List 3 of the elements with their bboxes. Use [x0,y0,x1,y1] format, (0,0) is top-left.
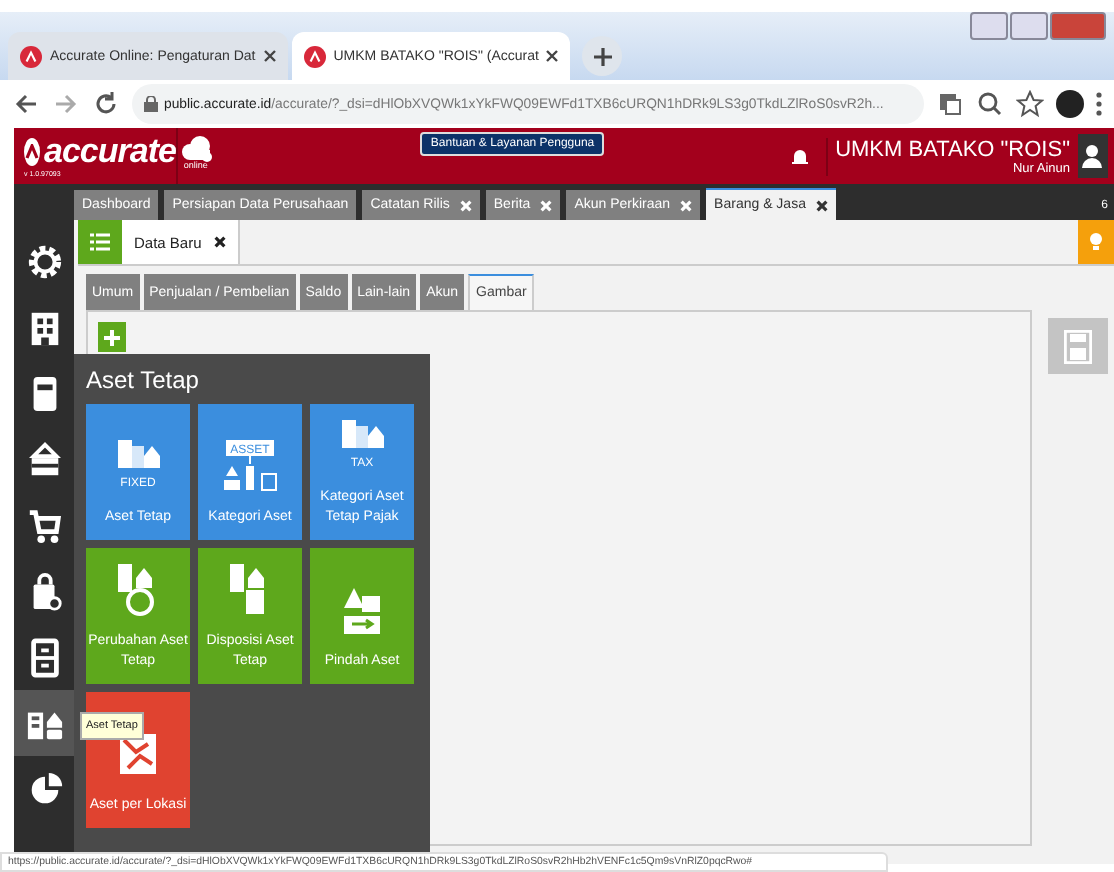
menu-title: Aset Tetap [86,366,201,394]
logo-text: accurate [44,134,176,170]
company-name: UMKM BATAKO "ROIS" [835,137,1070,161]
